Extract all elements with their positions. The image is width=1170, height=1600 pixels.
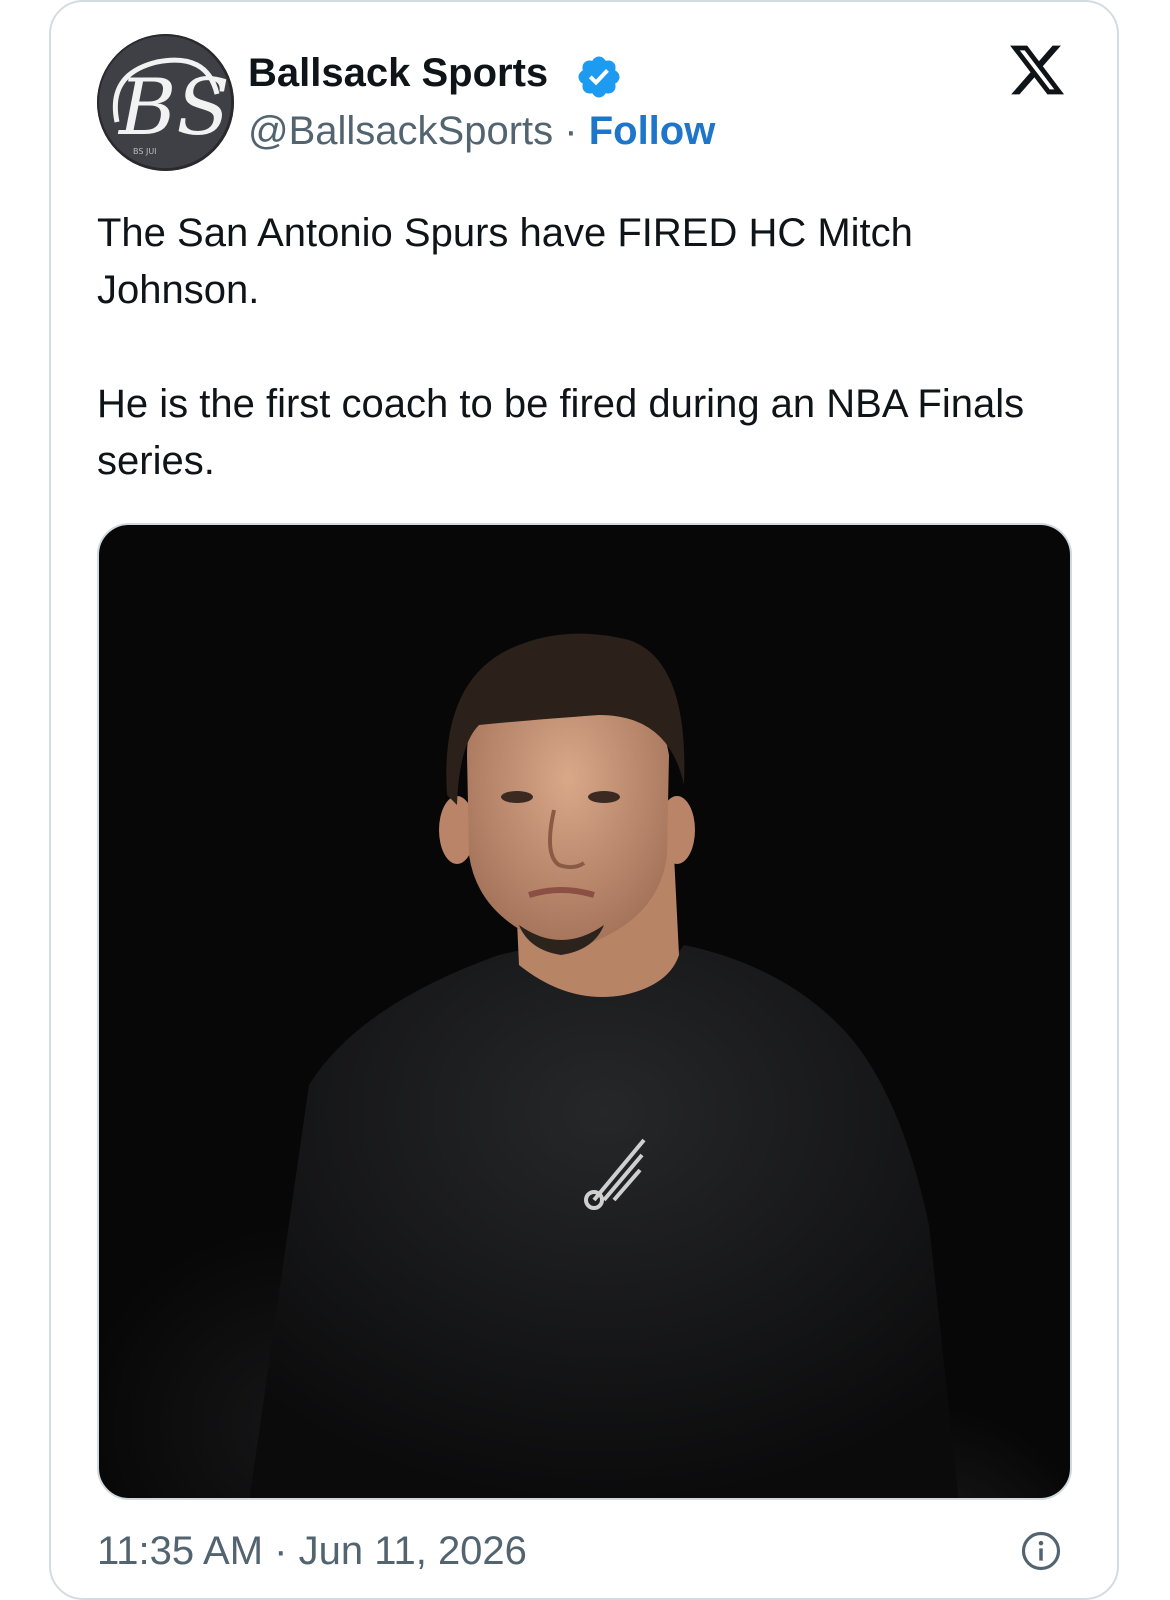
verified-badge-icon xyxy=(578,56,620,98)
handle-separator: · xyxy=(553,109,589,153)
follow-button[interactable]: Follow xyxy=(589,109,716,153)
author-avatar[interactable]: BS BS JUI xyxy=(97,34,234,171)
svg-text:BS JUI: BS JUI xyxy=(133,147,157,156)
author-name[interactable]: Ballsack Sports xyxy=(248,50,548,96)
tweet-timestamp[interactable]: 11:35 AM · Jun 11, 2026 xyxy=(97,1528,527,1574)
avatar-logo-text: BS xyxy=(117,63,230,153)
tweet-text: The San Antonio Spurs have FIRED HC Mitc… xyxy=(97,205,1057,547)
author-handle-row: @BallsackSports · Follow xyxy=(248,108,715,154)
coach-photo[interactable] xyxy=(97,523,1072,1500)
tweet-paragraph: He is the first coach to be fired during… xyxy=(97,382,1025,483)
x-logo-icon[interactable] xyxy=(1005,40,1069,100)
tweet-paragraph: The San Antonio Spurs have FIRED HC Mitc… xyxy=(97,211,913,312)
info-icon[interactable] xyxy=(1020,1530,1062,1572)
author-handle[interactable]: @BallsackSports xyxy=(248,109,553,153)
